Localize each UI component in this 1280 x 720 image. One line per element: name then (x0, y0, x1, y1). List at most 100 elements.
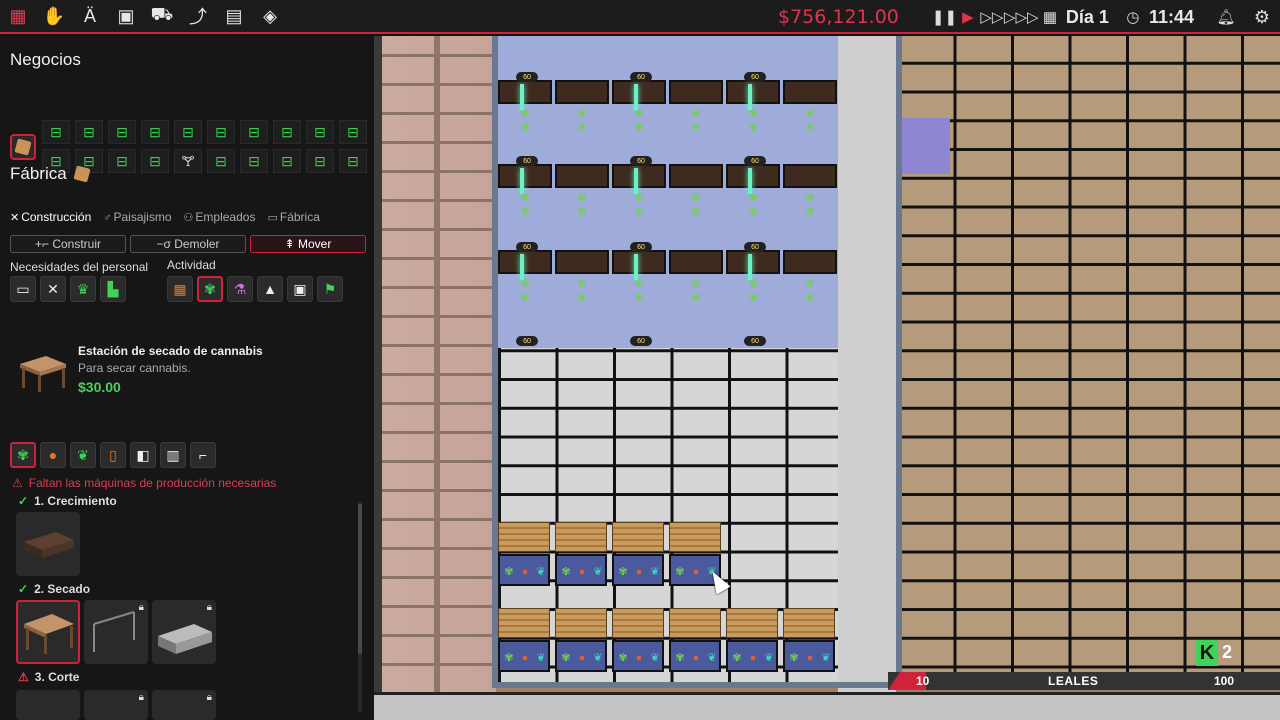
business-slot-icon[interactable]: ⊟ (339, 120, 367, 144)
fast-forward-icon[interactable]: ▷▷ (980, 8, 1004, 26)
door-category-icon[interactable]: ▯ (100, 442, 126, 468)
drying-cabinet-locked[interactable]: 🔒︎ (152, 600, 216, 664)
selected-business-box-icon[interactable] (10, 134, 36, 160)
business-slot-icon[interactable]: ⊟ (339, 149, 367, 173)
grow-bed[interactable] (726, 250, 780, 274)
runner-icon[interactable]: ⚑ (317, 276, 343, 302)
drying-rack-locked[interactable]: 🔒︎ (84, 600, 148, 664)
business-slot-icon[interactable]: ⊟ (306, 149, 334, 173)
flask-icon[interactable]: ⚗ (227, 276, 253, 302)
drying-station[interactable] (612, 608, 664, 638)
drying-station-machine[interactable] (16, 600, 80, 664)
tab-fabrica[interactable]: ▭ Fábrica (267, 210, 319, 224)
drying-station[interactable] (498, 522, 550, 552)
document-icon[interactable]: ▤ (216, 0, 252, 33)
gear-icon[interactable]: ⚙ (1244, 7, 1280, 28)
leaf-category-icon[interactable]: ● (40, 442, 66, 468)
drying-station[interactable] (498, 608, 550, 638)
machine-icon[interactable]: ▣ (287, 276, 313, 302)
grow-bed[interactable] (555, 250, 609, 274)
cannabis-icon[interactable]: ✾ (197, 276, 223, 302)
move-button[interactable]: ⇞ Mover (250, 235, 366, 253)
cocktail-icon[interactable]: 🝖 (174, 149, 202, 173)
crate-icon[interactable]: ▦ (167, 276, 193, 302)
grow-bed[interactable] (612, 164, 666, 188)
drying-station[interactable] (555, 522, 607, 552)
business-slot-icon[interactable]: ⊟ (42, 120, 70, 144)
grow-bed[interactable] (498, 164, 552, 188)
business-slot-icon[interactable]: ⊟ (207, 120, 235, 144)
drying-station[interactable] (612, 522, 664, 552)
drying-station[interactable] (726, 608, 778, 638)
business-slot-icon[interactable]: ⊟ (207, 149, 235, 173)
business-slot-icon[interactable]: ⊟ (108, 120, 136, 144)
drying-station[interactable] (783, 608, 835, 638)
tab-construccion[interactable]: ✕ Construcción (10, 210, 91, 224)
cutting-machine-locked[interactable]: 🔒︎ (152, 690, 216, 720)
business-slot-icon[interactable]: ⊟ (141, 149, 169, 173)
grow-bed[interactable] (555, 80, 609, 104)
truck-icon[interactable]: ⛟ (144, 0, 180, 33)
pause-icon[interactable]: ❚❚ (932, 8, 957, 26)
fastest-icon[interactable]: ▷▷▷ (1004, 8, 1039, 26)
box-category-icon[interactable]: ◧ (130, 442, 156, 468)
bed-icon[interactable]: ▙ (100, 276, 126, 302)
business-slot-icon[interactable]: ⊟ (75, 120, 103, 144)
gun-category-icon[interactable]: ⌐ (190, 442, 216, 468)
staff-needs-icons: ▭ ✕ ♛ ▙ (10, 276, 126, 302)
drying-station[interactable] (555, 608, 607, 638)
business-slot-icon[interactable]: ⊟ (306, 120, 334, 144)
tab-paisajismo[interactable]: ♂ Paisajismo (103, 210, 171, 224)
powder-icon[interactable]: ▲ (257, 276, 283, 302)
grow-bed[interactable] (669, 250, 723, 274)
tv-icon[interactable]: ▭ (10, 276, 36, 302)
grow-bed[interactable] (498, 250, 552, 274)
business-slot-icon[interactable]: ⊟ (273, 120, 301, 144)
build-button[interactable]: +⌐ Construir (10, 235, 126, 253)
grow-bed[interactable] (669, 80, 723, 104)
drying-station[interactable] (669, 522, 721, 552)
cutting-machine-locked[interactable]: 🔒︎ (84, 690, 148, 720)
play-icon[interactable]: ▶ (956, 8, 980, 26)
bell-icon[interactable]: 🔔︎ (1208, 8, 1244, 26)
business-slot-icon[interactable]: ⊟ (273, 149, 301, 173)
briefcase-icon[interactable]: ▣ (108, 0, 144, 33)
grow-bed[interactable] (726, 164, 780, 188)
game-map[interactable]: 60 ✾ ✾ 60 ✾ ✾ 60 ✾ ✾ 60 ✾ ✾ ✾ ✾ ✾ ✾ 60 ✾ ✾ 60 ✾ ✾ 60 ✾ ✾ 60 ✾ ✾ ✾ ✾ ✾ ✾… (374, 36, 1280, 720)
grow-bed[interactable] (669, 164, 723, 188)
grow-bed[interactable] (555, 164, 609, 188)
tab-empleados[interactable]: ⚇ Empleados (184, 210, 256, 224)
grow-bed[interactable] (783, 80, 837, 104)
font-icon[interactable]: Ä (72, 0, 108, 33)
building-icon: ▭ (267, 212, 278, 224)
grow-bed-machine[interactable] (16, 512, 80, 576)
cannabis-plant-icon: ✾ (805, 278, 815, 290)
herb-category-icon[interactable]: ❦ (70, 442, 96, 468)
grow-bed[interactable] (612, 250, 666, 274)
business-slot-icon[interactable]: ⊟ (108, 149, 136, 173)
lock-icon: 🔒︎ (138, 692, 144, 703)
tools-icon[interactable]: ✕ (40, 276, 66, 302)
cannabis-category-icon[interactable]: ✾ (10, 442, 36, 468)
grow-bed[interactable] (783, 164, 837, 188)
grow-bed[interactable] (498, 80, 552, 104)
business-slot-icon[interactable]: ⊟ (141, 120, 169, 144)
grow-bed[interactable] (726, 80, 780, 104)
menu-icon[interactable]: ▦ (0, 0, 36, 33)
business-slot-icon[interactable]: ⊟ (240, 149, 268, 173)
drying-station[interactable] (669, 608, 721, 638)
layers-icon[interactable]: ◈ (252, 0, 288, 33)
grow-bed[interactable] (783, 250, 837, 274)
chart-icon[interactable]: ⤴ (180, 0, 216, 33)
product-icon: ❦ (821, 652, 831, 664)
hand-tools-icon[interactable]: ✋ (36, 0, 72, 33)
panel-scrollbar-thumb[interactable] (358, 504, 362, 654)
demolish-button[interactable]: −σ Demoler (130, 235, 246, 253)
business-slot-icon[interactable]: ⊟ (174, 120, 202, 144)
day-label: Día 1 (1065, 6, 1109, 27)
grow-bed[interactable] (612, 80, 666, 104)
business-slot-icon[interactable]: ⊟ (240, 120, 268, 144)
cutting-machine[interactable] (16, 690, 80, 720)
bin-category-icon[interactable]: ▥ (160, 442, 186, 468)
toilet-icon[interactable]: ♛ (70, 276, 96, 302)
